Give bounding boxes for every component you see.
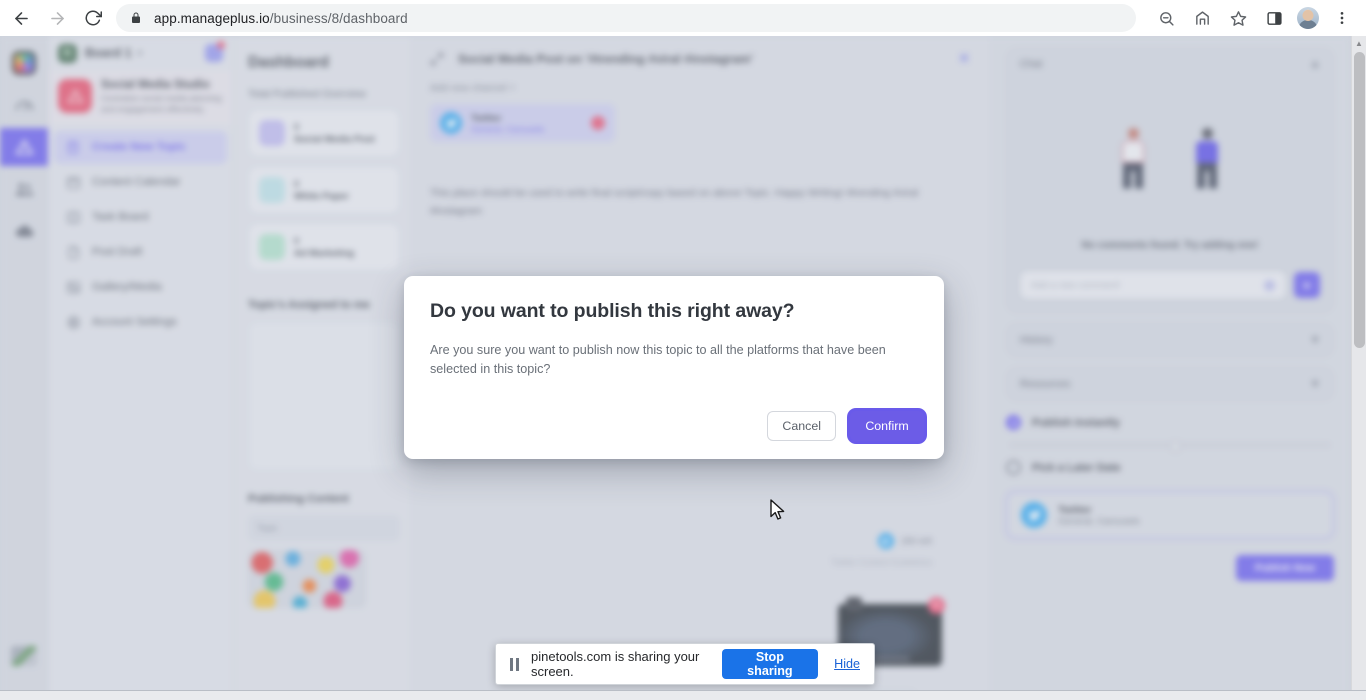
back-button[interactable] <box>6 3 36 33</box>
stop-sharing-button[interactable]: Stop sharing <box>721 649 819 679</box>
zoom-out-icon <box>1159 11 1174 26</box>
forward-button[interactable] <box>42 3 72 33</box>
three-dot-menu-icon <box>1340 12 1344 24</box>
dialog-message: Are you sure you want to publish now thi… <box>430 343 886 377</box>
reload-button[interactable] <box>78 3 108 33</box>
bookmark-button[interactable] <box>1223 3 1253 33</box>
forward-arrow-icon <box>50 11 64 25</box>
share-button[interactable] <box>1187 3 1217 33</box>
toolbar-actions <box>1148 3 1366 33</box>
dialog-actions: Cancel Confirm <box>767 411 924 441</box>
back-arrow-icon <box>14 11 28 25</box>
confirm-button[interactable]: Confirm <box>850 411 924 441</box>
star-icon <box>1230 10 1246 26</box>
reload-icon <box>85 10 102 26</box>
publish-confirm-dialog: Do you want to publish this right away? … <box>404 276 944 459</box>
hide-link[interactable]: Hide <box>834 657 860 671</box>
pause-icon[interactable] <box>510 657 519 671</box>
side-panel-button[interactable] <box>1259 3 1289 33</box>
lock-icon <box>130 12 142 24</box>
share-icon <box>1195 10 1209 25</box>
address-bar[interactable]: app.manageplus.io/business/8/dashboard <box>116 4 1136 32</box>
dialog-title: Do you want to publish this right away? <box>430 300 795 322</box>
screen-share-notification: pinetools.com is sharing your screen. St… <box>495 643 875 685</box>
browser-menu-button[interactable] <box>1327 3 1357 33</box>
share-status-text: pinetools.com is sharing your screen. <box>531 649 700 679</box>
url-text: app.manageplus.io/business/8/dashboard <box>154 10 408 26</box>
os-taskbar <box>0 690 1366 700</box>
side-panel-icon <box>1266 11 1282 25</box>
cancel-button[interactable]: Cancel <box>767 411 836 441</box>
zoom-out-button[interactable] <box>1151 3 1181 33</box>
avatar[interactable] <box>1297 7 1319 29</box>
browser-toolbar: app.manageplus.io/business/8/dashboard <box>0 0 1366 36</box>
mouse-cursor <box>770 499 785 520</box>
